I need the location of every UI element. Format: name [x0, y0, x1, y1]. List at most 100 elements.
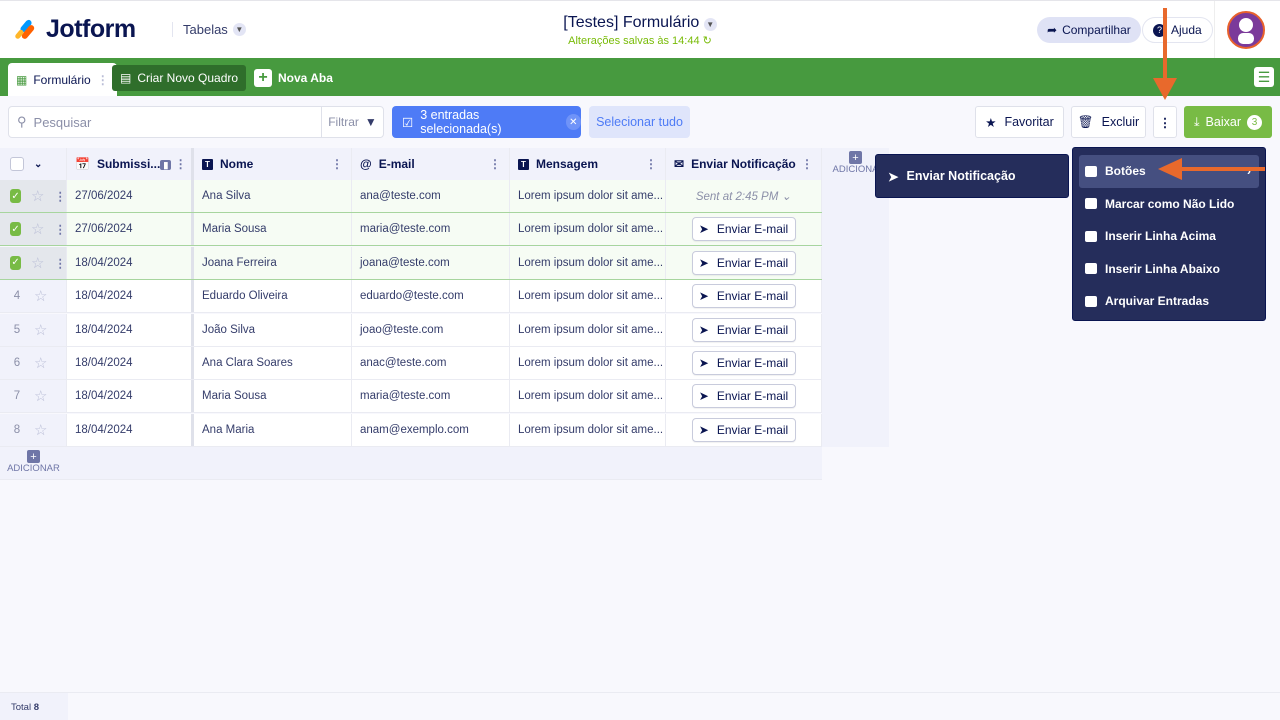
menu-item-archive[interactable]: Arquivar Entradas: [1079, 285, 1259, 318]
search-input[interactable]: ⚲ Pesquisar Filtrar ▼: [8, 106, 384, 138]
star-icon[interactable]: ☆: [31, 187, 44, 205]
cell-email[interactable]: anac@teste.com: [352, 347, 510, 379]
more-options-button[interactable]: ⋮: [1153, 106, 1177, 138]
chevron-down-icon[interactable]: ⌄: [34, 159, 42, 170]
table-row[interactable]: 4 ☆ 18/04/2024 Eduardo Oliveira eduardo@t…: [0, 280, 822, 314]
clear-selection-button[interactable]: ✕: [565, 114, 581, 130]
column-name[interactable]: T Nome ⋮: [194, 148, 352, 180]
column-menu-icon[interactable]: ⋮: [489, 157, 501, 171]
tab-formulario[interactable]: ▦ Formulário ⋮: [8, 63, 117, 96]
table-row[interactable]: ✓ ☆ ⋮ 18/04/2024 Joana Ferreira joana@test…: [0, 246, 822, 280]
column-message[interactable]: T Mensagem ⋮: [510, 148, 666, 180]
cell-message[interactable]: Lorem ipsum dolor sit ame...: [510, 380, 666, 413]
column-submission[interactable]: 📅 Submissi... ▮ ⋮: [67, 148, 194, 180]
send-email-button[interactable]: ➤ Enviar E-mail: [691, 384, 796, 409]
cell-date[interactable]: 18/04/2024: [67, 246, 194, 279]
menu-item-buttons[interactable]: Botões ›: [1079, 155, 1259, 188]
cell-name[interactable]: João Silva: [194, 313, 352, 346]
select-all-checkbox[interactable]: [10, 157, 24, 171]
cell-date[interactable]: 27/06/2024: [67, 213, 194, 246]
cell-email[interactable]: maria@teste.com: [352, 213, 510, 246]
cell-email[interactable]: maria@teste.com: [352, 380, 510, 413]
cell-name[interactable]: Maria Sousa: [194, 380, 352, 413]
hamburger-menu-button[interactable]: ☰: [1254, 67, 1274, 87]
star-icon[interactable]: ☆: [31, 220, 44, 238]
table-row[interactable]: ✓ ☆ ⋮ 27/06/2024 Ana Silva ana@teste.com L…: [0, 180, 822, 213]
star-icon[interactable]: ☆: [34, 354, 47, 372]
cell-message[interactable]: Lorem ipsum dolor sit ame...: [510, 180, 666, 212]
cell-message[interactable]: Lorem ipsum dolor sit ame...: [510, 413, 666, 446]
delete-button[interactable]: 🗑 Excluir: [1071, 106, 1146, 138]
send-email-button[interactable]: ➤ Enviar E-mail: [691, 317, 796, 342]
cell-name[interactable]: Eduardo Oliveira: [194, 280, 352, 313]
menu-item-insert-above[interactable]: Inserir Linha Acima: [1079, 220, 1259, 253]
avatar[interactable]: [1227, 11, 1265, 49]
star-icon[interactable]: ☆: [31, 254, 44, 272]
pin-icon[interactable]: ▮: [160, 160, 172, 170]
table-row[interactable]: 6 ☆ 18/04/2024 Ana Clara Soares anac@test…: [0, 347, 822, 380]
cell-date[interactable]: 18/04/2024: [67, 380, 194, 413]
send-email-button[interactable]: ➤ Enviar E-mail: [691, 284, 796, 309]
new-tab-button[interactable]: + Nova Aba: [246, 65, 341, 91]
cell-date[interactable]: 18/04/2024: [67, 347, 194, 379]
star-icon[interactable]: ☆: [34, 421, 47, 439]
select-all-button[interactable]: Selecionar tudo: [589, 106, 690, 138]
cell-name[interactable]: Maria Sousa: [194, 213, 352, 246]
filter-button[interactable]: Filtrar ▼: [321, 107, 383, 137]
paper-plane-icon: ➤: [698, 322, 709, 337]
cell-email[interactable]: joao@teste.com: [352, 313, 510, 346]
send-email-button[interactable]: ➤ Enviar E-mail: [691, 217, 796, 242]
cell-name[interactable]: Ana Maria: [194, 413, 352, 446]
row-menu-icon[interactable]: ⋮: [55, 256, 67, 270]
row-checkbox[interactable]: ✓: [10, 255, 22, 270]
download-button[interactable]: ⤓ Baixar 3: [1184, 106, 1272, 138]
column-menu-icon[interactable]: ⋮: [645, 157, 657, 171]
column-menu-icon[interactable]: ⋮: [801, 157, 813, 171]
table-row[interactable]: 8 ☆ 18/04/2024 Ana Maria anam@exemplo.com…: [0, 413, 822, 447]
cell-name[interactable]: Joana Ferreira: [194, 246, 352, 279]
cell-message[interactable]: Lorem ipsum dolor sit ame...: [510, 313, 666, 346]
column-send-notification[interactable]: ✉ Enviar Notificação ⋮: [666, 148, 822, 180]
column-menu-icon[interactable]: ⋮: [331, 157, 343, 171]
row-checkbox[interactable]: ✓: [10, 189, 22, 203]
send-email-button[interactable]: ➤ Enviar E-mail: [691, 417, 796, 442]
send-email-button[interactable]: ➤ Enviar E-mail: [691, 250, 796, 275]
favorite-button[interactable]: ★ Favoritar: [975, 106, 1064, 138]
column-menu-icon[interactable]: ⋮: [175, 157, 187, 171]
cell-name[interactable]: Ana Clara Soares: [194, 347, 352, 379]
cell-email[interactable]: ana@teste.com: [352, 180, 510, 212]
cell-email[interactable]: eduardo@teste.com: [352, 280, 510, 313]
cell-message[interactable]: Lorem ipsum dolor sit ame...: [510, 246, 666, 279]
more-icon[interactable]: ⋮: [97, 73, 109, 87]
star-icon[interactable]: ☆: [34, 287, 47, 305]
table-row[interactable]: ✓ ☆ ⋮ 27/06/2024 Maria Sousa maria@teste.c…: [0, 213, 822, 247]
share-button[interactable]: ➦ Compartilhar: [1037, 17, 1141, 43]
column-email[interactable]: @ E-mail ⋮: [352, 148, 510, 180]
cell-email[interactable]: joana@teste.com: [352, 246, 510, 279]
help-button[interactable]: ? Ajuda: [1142, 17, 1213, 43]
cell-message[interactable]: Lorem ipsum dolor sit ame...: [510, 280, 666, 313]
cell-message[interactable]: Lorem ipsum dolor sit ame...: [510, 347, 666, 379]
row-menu-icon[interactable]: ⋮: [55, 222, 67, 236]
star-icon[interactable]: ☆: [34, 321, 47, 339]
star-icon[interactable]: ☆: [34, 387, 47, 405]
cell-date[interactable]: 27/06/2024: [67, 180, 194, 212]
row-menu-icon[interactable]: ⋮: [55, 189, 67, 203]
create-board-tab[interactable]: ▤ Criar Novo Quadro: [112, 65, 247, 91]
cell-name[interactable]: Ana Silva: [194, 180, 352, 212]
cell-date[interactable]: 18/04/2024: [67, 413, 194, 446]
add-row-button[interactable]: + ADICIONAR: [0, 447, 67, 474]
cell-date[interactable]: 18/04/2024: [67, 280, 194, 313]
menu-item-insert-below[interactable]: Inserir Linha Abaixo: [1079, 253, 1259, 286]
submenu-send-notification[interactable]: ➤ Enviar Notificação: [875, 154, 1069, 198]
menu-item-mark-unread[interactable]: Marcar como Não Lido: [1079, 188, 1259, 221]
cell-message[interactable]: Lorem ipsum dolor sit ame...: [510, 213, 666, 246]
cell-date[interactable]: 18/04/2024: [67, 313, 194, 346]
sent-status[interactable]: Sent at 2:45 PM ⌄: [696, 189, 791, 203]
row-checkbox[interactable]: ✓: [10, 222, 22, 237]
row-number: 8: [13, 423, 21, 436]
table-row[interactable]: 7 ☆ 18/04/2024 Maria Sousa maria@teste.co…: [0, 380, 822, 414]
table-row[interactable]: 5 ☆ 18/04/2024 João Silva joao@teste.com …: [0, 313, 822, 347]
send-email-button[interactable]: ➤ Enviar E-mail: [691, 351, 796, 375]
cell-email[interactable]: anam@exemplo.com: [352, 413, 510, 446]
